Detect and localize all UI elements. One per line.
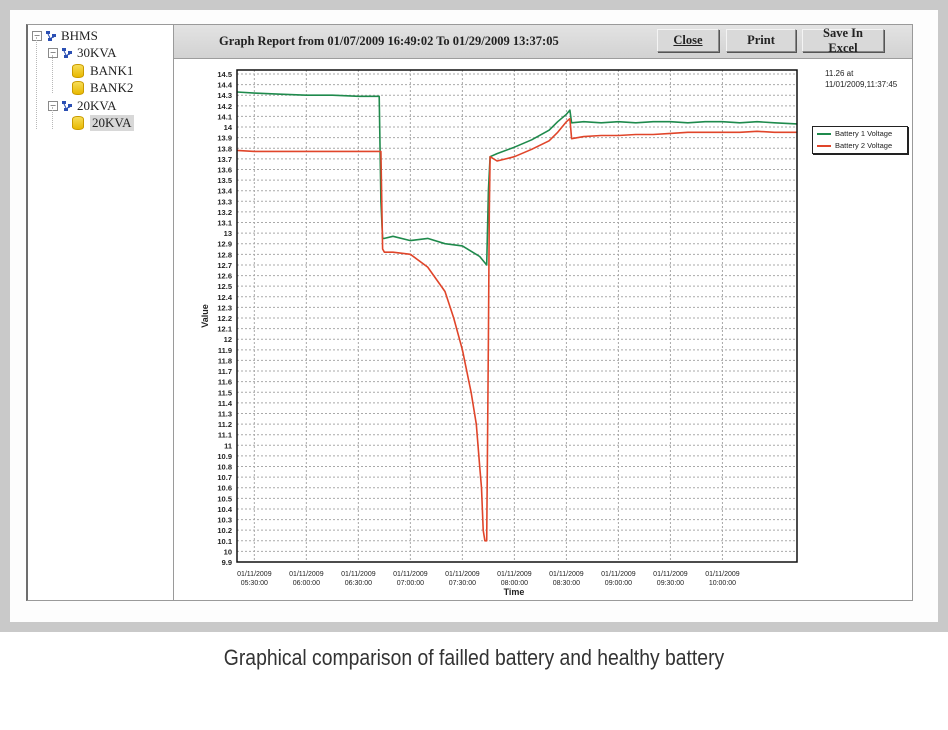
min-value-note: 11.26 at 11/01/2009,11:37:45 — [825, 68, 897, 90]
y-tick-label: 14.5 — [217, 70, 232, 79]
y-tick-label: 12 — [224, 335, 232, 344]
x-tick-label-date: 01/11/2009 — [549, 571, 584, 578]
min-value-note-line1: 11.26 at — [825, 69, 854, 78]
legend-label: Battery 1 Voltage — [835, 129, 893, 138]
y-tick-label: 11.8 — [218, 356, 232, 365]
legend-swatch — [817, 132, 831, 135]
y-tick-label: 13.3 — [217, 197, 232, 206]
voltage-chart: 14.5 14.414.3 14.214.1 14 13.913.8 13.713.6 13… — [200, 69, 798, 597]
x-tick-label-time: 10:00:00 — [709, 580, 736, 587]
x-tick-label-time: 05:30:00 — [241, 580, 268, 587]
x-tick-label-date: 01/11/2009 — [497, 571, 532, 578]
y-tick-label: 14.3 — [217, 91, 232, 100]
x-tick-label-time: 06:30:00 — [345, 580, 372, 587]
y-tick-label: 11 — [224, 441, 232, 450]
x-tick-label-time: 09:30:00 — [657, 580, 684, 587]
y-tick-label: 12.8 — [217, 250, 232, 259]
x-tick-label-time: 07:30:00 — [449, 580, 476, 587]
y-axis-label: Value — [200, 304, 210, 328]
x-tick-label-time: 08:30:00 — [553, 580, 580, 587]
y-tick-label: 13.8 — [217, 144, 232, 153]
legend-item-1: Battery 1 Voltage — [813, 128, 907, 139]
y-tick-label: 11.4 — [218, 399, 233, 408]
y-tick-label: 11.3 — [218, 409, 232, 418]
y-tick-label: 10.6 — [217, 484, 232, 493]
y-tick-label: 13.2 — [217, 208, 232, 217]
min-value-note-line2: 11/01/2009,11:37:45 — [825, 80, 898, 89]
x-tick-label-date: 01/11/2009 — [393, 571, 428, 578]
y-tick-label: 12.7 — [217, 261, 232, 270]
y-tick-label: 13.1 — [217, 219, 232, 228]
y-tick-label: 13.5 — [217, 176, 232, 185]
y-tick-label: 11.5 — [218, 388, 232, 397]
x-tick-label-date: 01/11/2009 — [289, 571, 324, 578]
y-tick-label: 12.1 — [217, 325, 232, 334]
y-tick-label: 14 — [224, 123, 233, 132]
x-tick-label-date: 01/11/2009 — [237, 571, 272, 578]
legend-swatch — [817, 144, 831, 147]
x-tick-label-time: 06:00:00 — [293, 580, 320, 587]
figure-caption: Graphical comparison of failled battery … — [223, 645, 725, 670]
x-tick-label-date: 01/11/2009 — [601, 571, 636, 578]
y-tick-label: 12.9 — [217, 240, 232, 249]
y-tick-label: 10.2 — [217, 526, 232, 535]
x-tick-label-time: 09:00:00 — [605, 580, 632, 587]
y-tick-label: 10.9 — [217, 452, 232, 461]
legend-label: Battery 2 Voltage — [835, 141, 893, 150]
y-tick-label: 10.5 — [217, 494, 232, 503]
legend-item-2: Battery 2 Voltage — [813, 140, 907, 151]
y-tick-label: 11.7 — [218, 367, 232, 376]
y-tick-label: 14.1 — [217, 112, 232, 121]
y-tick-label: 9.9 — [222, 558, 232, 567]
chart-legend: Battery 1 Voltage Battery 2 Voltage — [812, 126, 908, 154]
y-tick-label: 13.9 — [217, 134, 232, 143]
y-tick-label: 10.7 — [217, 473, 232, 482]
y-tick-label: 12.3 — [217, 303, 232, 312]
y-tick-label: 13 — [224, 229, 232, 238]
x-axis-label: Time — [504, 587, 525, 597]
x-tick-label-time: 07:00:00 — [397, 580, 424, 587]
x-tick-label-date: 01/11/2009 — [705, 571, 740, 578]
y-tick-label: 10.8 — [217, 463, 232, 472]
y-tick-label: 12.6 — [217, 272, 232, 281]
y-tick-label: 11.2 — [218, 420, 232, 429]
y-tick-label: 10.4 — [217, 505, 232, 514]
y-tick-label: 10.3 — [217, 516, 232, 525]
y-tick-label: 11.6 — [218, 378, 232, 387]
x-tick-label-time: 08:00:00 — [501, 580, 528, 587]
y-tick-label: 13.6 — [217, 165, 232, 174]
y-tick-label: 11.9 — [218, 346, 232, 355]
y-tick-label: 14.2 — [217, 102, 232, 111]
y-tick-label: 10 — [224, 547, 232, 556]
y-tick-label: 12.5 — [217, 282, 232, 291]
x-tick-label-date: 01/11/2009 — [341, 571, 376, 578]
y-tick-label: 13.7 — [217, 155, 232, 164]
y-tick-label: 14.4 — [217, 81, 232, 90]
x-tick-label-date: 01/11/2009 — [445, 571, 480, 578]
y-tick-label: 12.2 — [217, 314, 232, 323]
y-tick-label: 11.1 — [218, 431, 232, 440]
y-tick-label: 13.4 — [217, 187, 232, 196]
y-tick-label: 10.1 — [217, 537, 232, 546]
y-tick-label: 12.4 — [217, 293, 232, 302]
x-tick-label-date: 01/11/2009 — [653, 571, 688, 578]
